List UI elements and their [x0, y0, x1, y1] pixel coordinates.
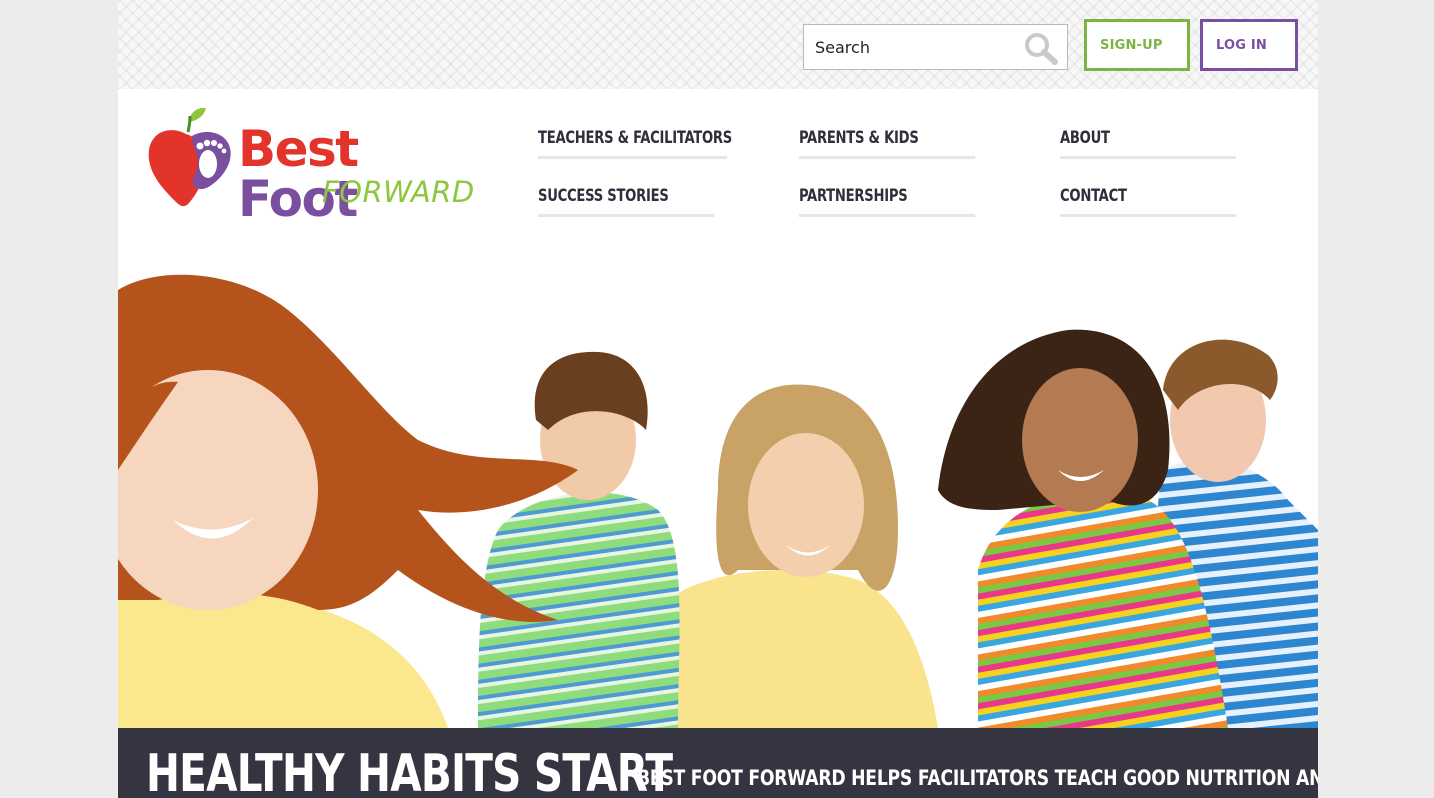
- search-input[interactable]: [804, 25, 1019, 69]
- nav-about[interactable]: ABOUT: [1060, 128, 1237, 159]
- hero-image: [118, 270, 1318, 728]
- logo-wordmark: Best Foot: [238, 124, 486, 224]
- search-box[interactable]: [803, 24, 1068, 70]
- site-logo[interactable]: Best Foot FORWARD: [146, 106, 486, 224]
- nav-contact[interactable]: CONTACT: [1060, 186, 1237, 217]
- banner-title: HEALTHY HABITS START: [146, 744, 673, 798]
- logo-word-forward: FORWARD: [322, 175, 475, 209]
- log-in-button[interactable]: LOG IN: [1200, 19, 1298, 71]
- search-icon[interactable]: [1023, 31, 1059, 65]
- apple-foot-icon: [148, 107, 231, 207]
- nav-success-stories[interactable]: SUCCESS STORIES: [538, 186, 715, 217]
- hero-children-photo: [118, 270, 1318, 728]
- nav-teachers-facilitators[interactable]: TEACHERS & FACILITATORS: [538, 128, 732, 159]
- top-bar: SIGN-UP LOG IN: [118, 0, 1318, 89]
- hero-banner: HEALTHY HABITS START BEST FOOT FORWARD H…: [118, 728, 1318, 798]
- nav-partnerships[interactable]: PARTNERSHIPS: [799, 186, 976, 217]
- page: SIGN-UP LOG IN Best Foot FORWARD TEACHER…: [118, 0, 1318, 798]
- nav-parents-kids[interactable]: PARENTS & KIDS: [799, 128, 976, 159]
- banner-text: BEST FOOT FORWARD HELPS FACILITATORS TEA…: [637, 766, 1318, 790]
- sign-up-button[interactable]: SIGN-UP: [1084, 19, 1190, 71]
